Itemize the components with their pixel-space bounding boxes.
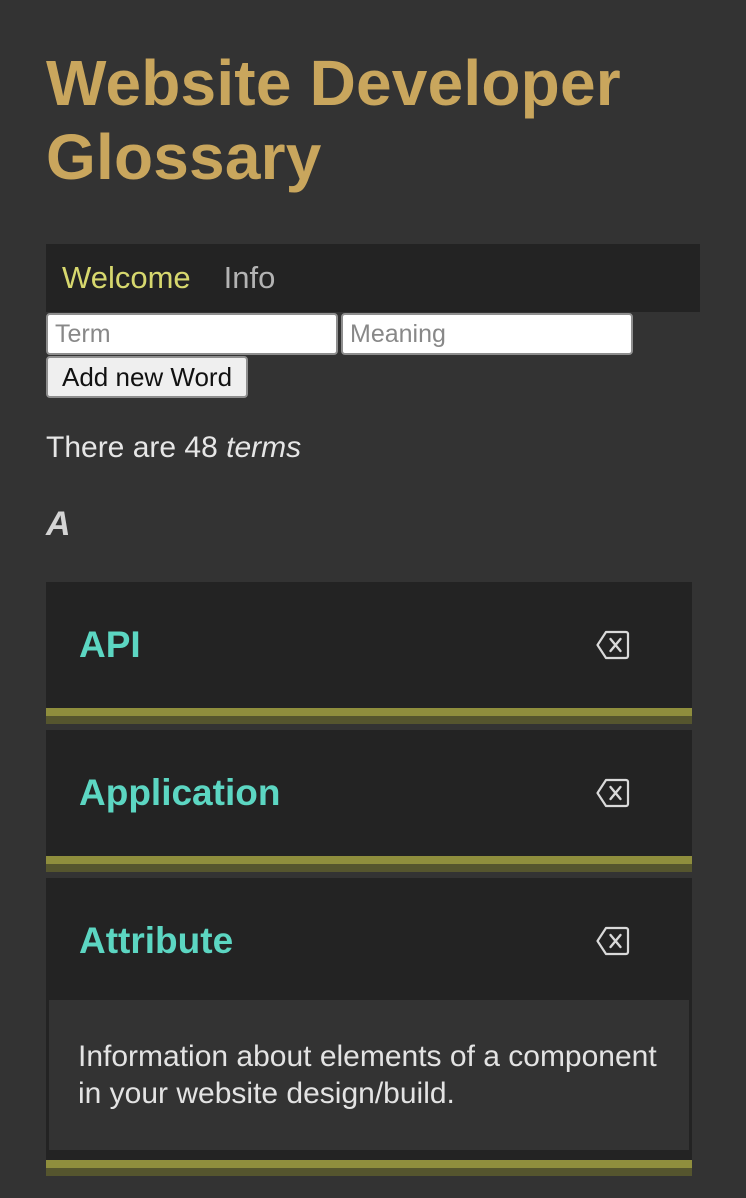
entry-meaning: Information about elements of a componen… <box>49 1000 689 1150</box>
term-count-suffix: terms <box>226 431 302 464</box>
nav-bar: Welcome Info <box>46 244 700 312</box>
entry-header[interactable]: Application <box>46 730 692 856</box>
term-count-prefix: There are 48 <box>46 431 227 464</box>
backspace-icon[interactable] <box>596 926 630 956</box>
entry-body-spacer <box>46 1150 692 1160</box>
section-letter: A <box>46 505 71 543</box>
backspace-icon[interactable] <box>596 630 630 660</box>
page-title: Website Developer Glossary <box>46 47 621 193</box>
term-input[interactable] <box>46 313 338 355</box>
nav-item-info[interactable]: Info <box>224 260 276 296</box>
entry-divider <box>46 1160 692 1176</box>
add-new-word-button[interactable]: Add new Word <box>46 356 249 398</box>
entry-term: Attribute <box>79 920 234 961</box>
add-term-form <box>46 313 700 355</box>
entry-header[interactable]: API <box>46 582 692 708</box>
entry-header[interactable]: Attribute <box>46 878 692 1004</box>
nav-item-welcome[interactable]: Welcome <box>62 260 191 296</box>
glossary-entry-attribute: Attribute Information about elements of … <box>46 878 692 1176</box>
backspace-icon[interactable] <box>596 778 630 808</box>
entry-divider <box>46 856 692 872</box>
page: Website Developer Glossary Welcome Info … <box>46 0 700 1182</box>
entry-term: Application <box>79 772 281 813</box>
entry-divider <box>46 708 692 724</box>
entry-term: API <box>79 624 141 665</box>
glossary-entry-application: Application <box>46 730 692 872</box>
meaning-input[interactable] <box>341 313 633 355</box>
glossary-entry-api: API <box>46 582 692 724</box>
term-count: There are 48 terms <box>46 431 700 465</box>
glossary-list: API Application Attribute Information ab… <box>46 582 692 1176</box>
